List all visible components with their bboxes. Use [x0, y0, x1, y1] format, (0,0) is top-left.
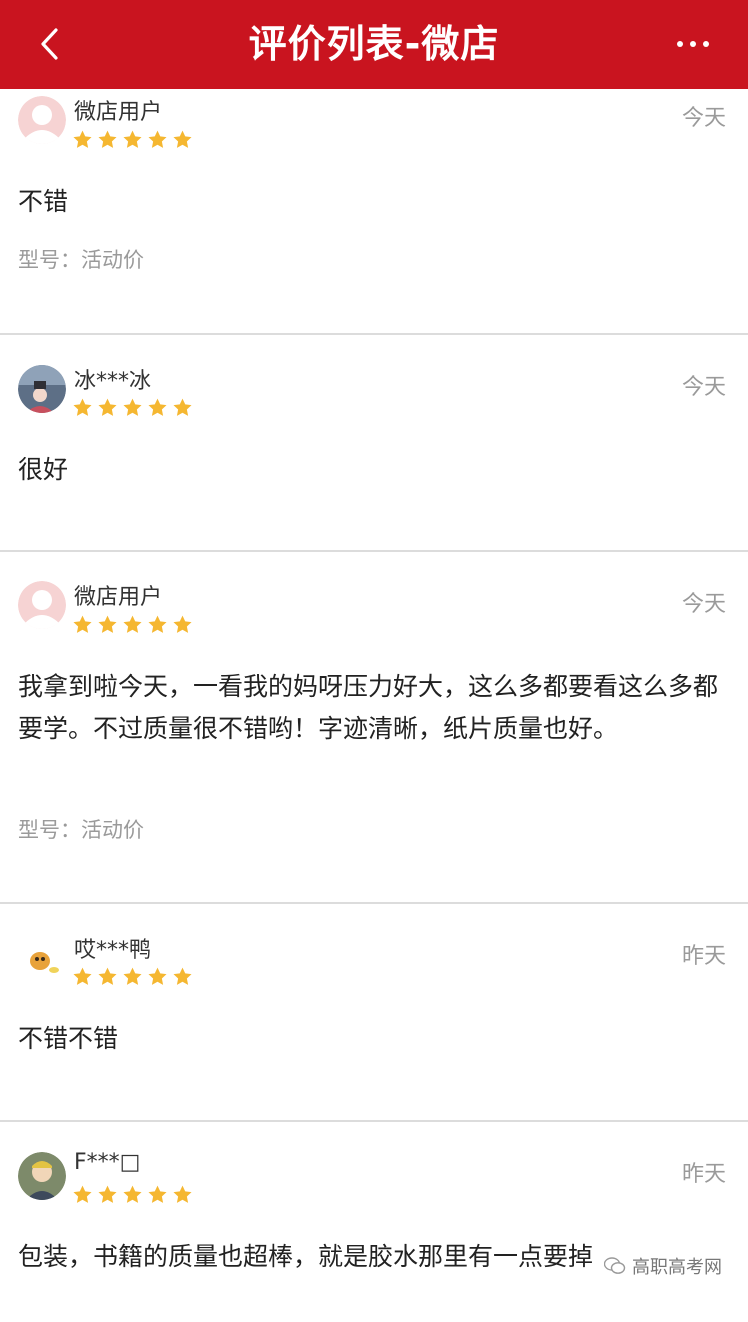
star-icon: [123, 967, 142, 985]
star-icon: [98, 1185, 117, 1203]
review-date: 今天: [681, 375, 726, 400]
star-icon: [148, 1185, 167, 1203]
star-icon: [123, 615, 142, 633]
star-icon: [148, 398, 167, 416]
review-text: 我拿到啦今天，一看我的妈呀压力好大，这么多都要看这么多都要学。不过质量很不错哟！…: [18, 672, 719, 743]
watermark-text: 高职高考网: [632, 1257, 722, 1278]
review-text: 不错: [18, 187, 69, 216]
star-icon: [98, 130, 117, 148]
star-icon: [73, 398, 92, 416]
review-date: 今天: [681, 106, 726, 131]
star-rating: [72, 614, 193, 638]
star-icon: [173, 1185, 192, 1203]
star-icon: [73, 1185, 92, 1203]
review-text: 不错不错: [18, 1024, 119, 1053]
star-rating: [72, 966, 193, 990]
review-text: 很好: [18, 455, 69, 484]
review-model: 型号：活动价: [18, 248, 144, 272]
more-button[interactable]: [668, 26, 718, 62]
star-icon: [98, 967, 117, 985]
star-icon: [173, 967, 192, 985]
wechat-icon: [604, 1257, 626, 1274]
star-icon: [73, 615, 92, 633]
reviewer-name: 哎***鸭: [74, 938, 152, 963]
star-icon: [123, 130, 142, 148]
page-title: 评价列表-微店: [248, 22, 500, 66]
photo-avatar[interactable]: [18, 365, 66, 413]
top-navbar: 评价列表-微店: [0, 0, 748, 89]
star-icon: [148, 615, 167, 633]
ellipsis-icon: [677, 41, 683, 47]
review-item: 微店用户 今天 我拿到啦今天，一看我的妈呀压力好大，这么多都要看这么多都要学。不…: [0, 552, 748, 904]
review-item: F***□ 昨天 包装，书籍的质量也超棒，就是胶水那里有一点要掉: [0, 1122, 748, 1322]
star-icon: [123, 1185, 142, 1203]
star-icon: [98, 398, 117, 416]
review-item: 哎***鸭 昨天 不错不错: [0, 904, 748, 1122]
star-icon: [148, 130, 167, 148]
reviewer-name: 微店用户: [74, 585, 163, 610]
star-icon: [173, 615, 192, 633]
star-rating: [72, 397, 193, 421]
reviewer-name: 微店用户: [74, 100, 163, 125]
reviewer-name: F***□: [74, 1150, 141, 1175]
review-model: 型号：活动价: [18, 818, 144, 842]
photo-avatar[interactable]: [18, 1152, 66, 1200]
star-icon: [73, 967, 92, 985]
review-date: 昨天: [681, 1162, 726, 1187]
watermark: 高职高考网: [600, 1252, 726, 1280]
star-rating: [72, 1184, 193, 1208]
reviewer-name: 冰***冰: [74, 369, 152, 394]
review-date: 今天: [681, 592, 726, 617]
star-rating: [72, 129, 193, 153]
default-avatar-icon[interactable]: [18, 96, 66, 144]
star-icon: [173, 398, 192, 416]
cartoon-avatar[interactable]: [18, 934, 66, 982]
review-item: 冰***冰 今天 很好: [0, 335, 748, 552]
star-icon: [148, 967, 167, 985]
default-avatar-icon[interactable]: [18, 581, 66, 629]
star-icon: [73, 130, 92, 148]
star-icon: [98, 615, 117, 633]
review-date: 昨天: [681, 944, 726, 969]
review-item: 微店用户 今天 不错 型号：活动价: [0, 89, 748, 335]
star-icon: [123, 398, 142, 416]
star-icon: [173, 130, 192, 148]
